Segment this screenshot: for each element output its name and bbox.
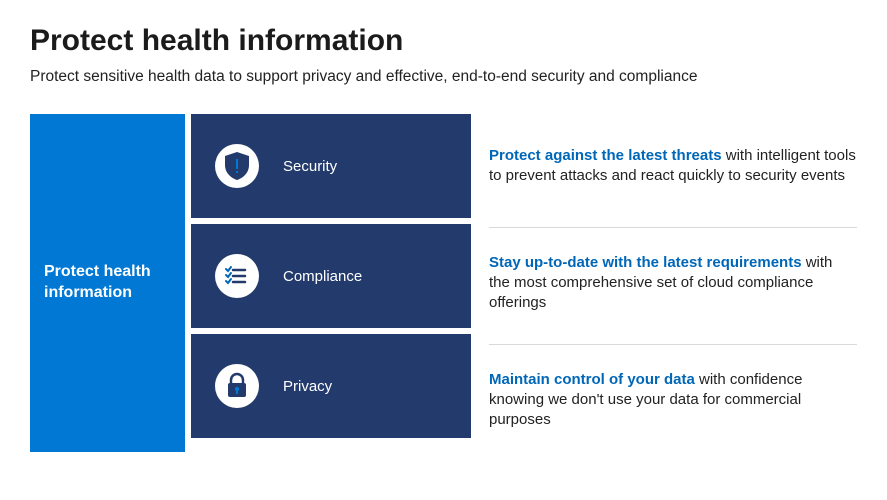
card-privacy: Privacy <box>191 334 471 438</box>
divider <box>489 227 857 228</box>
card-label: Compliance <box>283 268 362 285</box>
content-grid: Protect health information Security <box>30 114 857 452</box>
lock-icon <box>215 364 259 408</box>
card-label: Privacy <box>283 378 332 395</box>
card-security: Security <box>191 114 471 218</box>
divider <box>489 344 857 345</box>
description-compliance: Stay up-to-date with the latest requirem… <box>489 231 857 335</box>
description-column: Protect against the latest threats with … <box>477 114 857 452</box>
checklist-icon <box>215 254 259 298</box>
slide: Protect health information Protect sensi… <box>0 0 887 472</box>
page-subtitle: Protect sensitive health data to support… <box>30 68 857 86</box>
category-tile: Protect health information <box>30 114 185 452</box>
card-label: Security <box>283 158 337 175</box>
shield-icon <box>215 144 259 188</box>
description-text: Stay up-to-date with the latest requirem… <box>489 253 857 314</box>
description-lead: Protect against the latest threats <box>489 147 722 164</box>
description-lead: Stay up-to-date with the latest requirem… <box>489 254 802 271</box>
card-compliance: Compliance <box>191 224 471 328</box>
description-text: Maintain control of your data with confi… <box>489 370 857 431</box>
card-column: Security <box>191 114 471 452</box>
description-privacy: Maintain control of your data with confi… <box>489 348 857 452</box>
description-security: Protect against the latest threats with … <box>489 114 857 218</box>
category-tile-label: Protect health information <box>44 262 171 304</box>
description-lead: Maintain control of your data <box>489 371 695 388</box>
page-title: Protect health information <box>30 24 857 58</box>
description-text: Protect against the latest threats with … <box>489 146 857 187</box>
